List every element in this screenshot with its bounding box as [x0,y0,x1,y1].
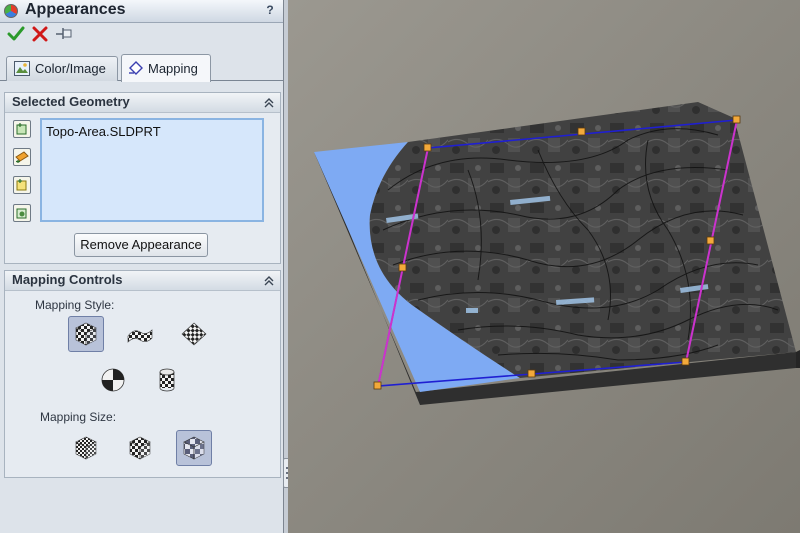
pushpin-icon[interactable] [55,25,73,43]
checker-surface-icon [127,329,153,343]
remove-appearance-button[interactable]: Remove Appearance [74,233,208,257]
appearances-panel: Appearances ? Color/Image Mapping Select… [0,0,284,533]
projection-mapping-button[interactable] [176,316,212,352]
tab-color-image-label: Color/Image [35,61,106,76]
automatic-mapping-button[interactable] [68,316,104,352]
size-large-button[interactable] [176,430,212,466]
tab-mapping-label: Mapping [148,61,198,76]
graphics-viewport[interactable] [288,0,800,533]
mapping-size-label: Mapping Size: [40,410,117,424]
spherical-mapping-button[interactable] [95,362,131,398]
mapping-controls-title: Mapping Controls [12,272,123,287]
selected-geometry-group: Selected Geometry Topo-Area.SLDPRT Remov… [4,92,281,264]
check-icon[interactable] [7,25,25,43]
mapping-style-label: Mapping Style: [35,298,115,312]
mapping-icon [128,60,144,78]
mapping-controls-header[interactable]: Mapping Controls [5,271,280,291]
panel-title: Appearances [25,1,126,18]
checker-medium-icon [129,436,151,460]
panel-titlebar: Appearances ? [0,0,283,23]
surface-mapping-button[interactable] [122,316,158,352]
size-small-button[interactable] [68,430,104,466]
tab-strip: Color/Image Mapping [0,52,283,82]
chevron-up-icon[interactable] [262,273,276,287]
checker-small-icon [75,436,97,460]
chevron-up-icon[interactable] [262,95,276,109]
face-filter-icon[interactable] [13,148,31,166]
selected-geometry-title: Selected Geometry [12,94,130,109]
checker-sphere-icon [101,368,125,392]
cylindrical-mapping-button[interactable] [149,362,185,398]
tab-color-image[interactable]: Color/Image [6,56,118,81]
part-filter-icon[interactable] [13,120,31,138]
size-medium-button[interactable] [122,430,158,466]
selected-geometry-header[interactable]: Selected Geometry [5,93,280,113]
tab-mapping[interactable]: Mapping [121,54,211,82]
feature-filter-icon[interactable] [13,204,31,222]
x-icon[interactable] [31,25,49,43]
help-button[interactable]: ? [263,3,277,17]
topo-model-view [314,102,800,405]
geometry-selection-list[interactable]: Topo-Area.SLDPRT [40,118,264,222]
checker-plane-icon [181,322,207,346]
body-filter-icon[interactable] [13,176,31,194]
action-bar [0,22,283,48]
checker-cylinder-icon [159,368,175,392]
checker-cube-icon [75,322,97,346]
image-icon [14,61,30,79]
list-item[interactable]: Topo-Area.SLDPRT [46,124,161,139]
checker-large-icon [183,436,205,460]
appearances-icon [4,4,18,18]
mapping-controls-group: Mapping Controls Mapping Style: Mapping … [4,270,281,478]
